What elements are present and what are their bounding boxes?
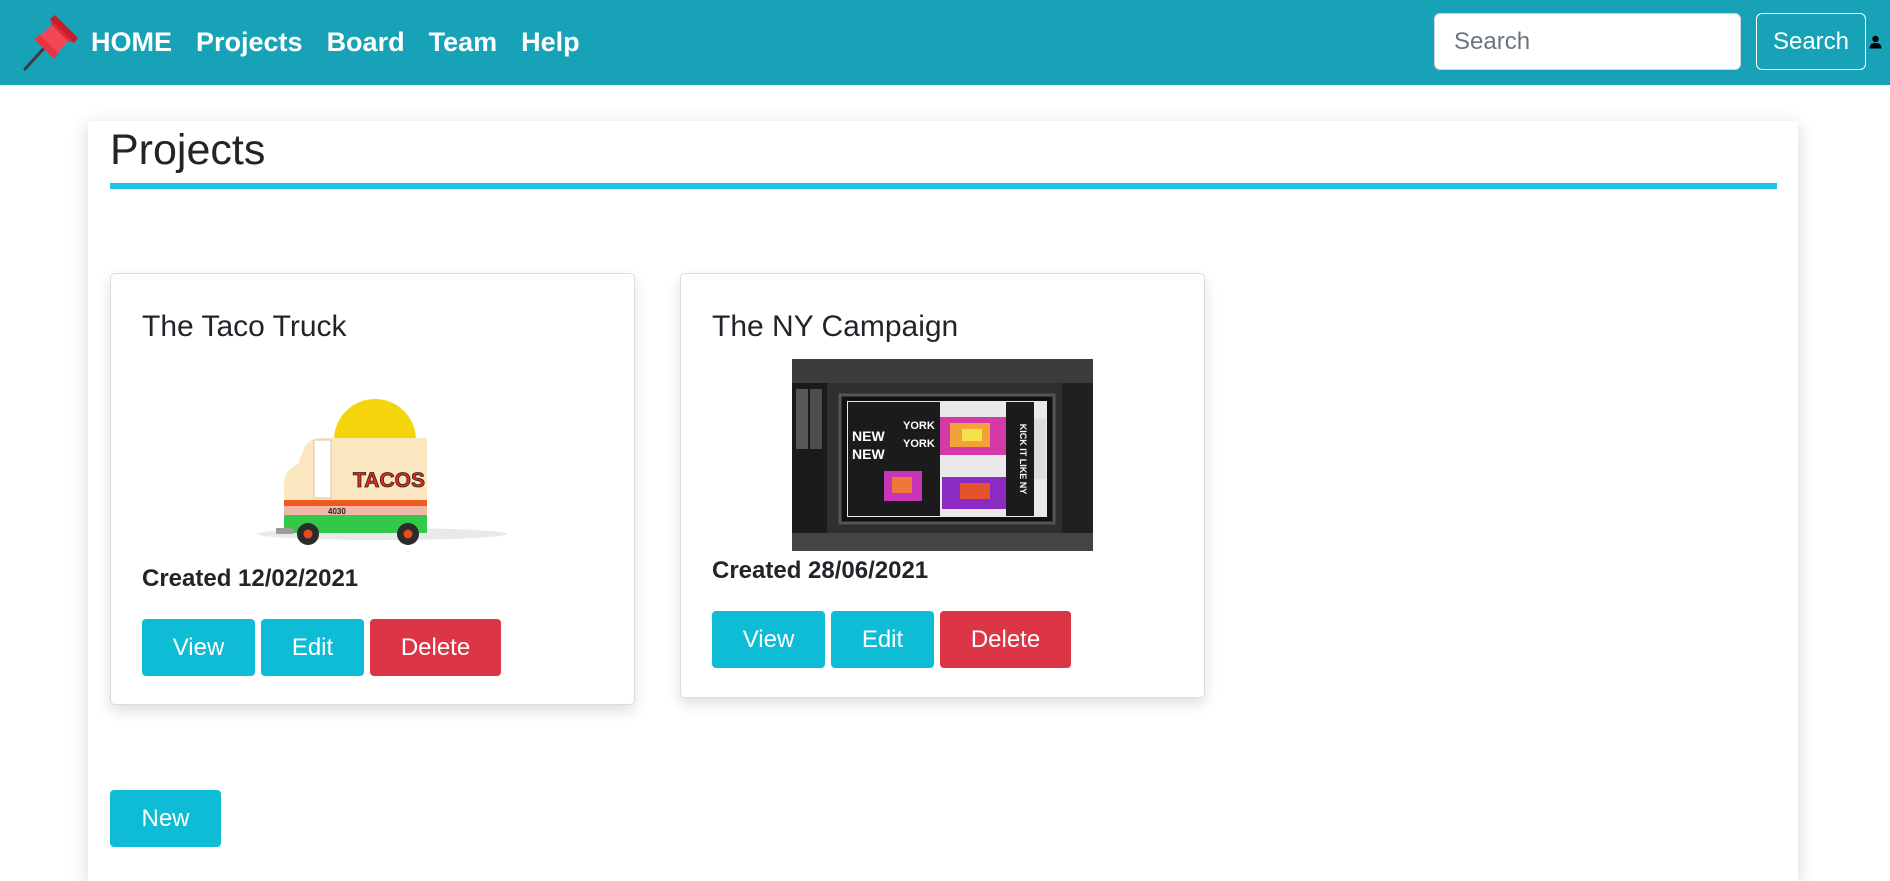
user-icon[interactable] — [1869, 35, 1882, 49]
delete-project-button[interactable]: Delete — [370, 619, 501, 676]
project-card-ny-campaign: The NY Campaign NEW NEW YORK YORK KICK I… — [680, 273, 1205, 698]
view-project-button[interactable]: View — [712, 611, 825, 668]
project-created-date: Created 28/06/2021 — [712, 557, 929, 584]
taco-sign-text: TACOS — [353, 469, 425, 492]
title-divider — [110, 183, 1777, 189]
nav-home-link[interactable]: HOME — [91, 27, 172, 58]
project-image-ny-campaign: NEW NEW YORK YORK KICK IT LIKE NY — [792, 359, 1093, 551]
project-card-taco-truck: The Taco Truck TACOS 4030 Created 12/02/… — [110, 273, 635, 705]
project-image-taco-truck: TACOS 4030 — [232, 374, 516, 552]
top-navbar: HOME Projects Board Team Help Search — [0, 0, 1890, 85]
edit-project-button[interactable]: Edit — [261, 619, 364, 676]
nav-links: HOME Projects Board Team Help — [91, 0, 604, 85]
project-title: The Taco Truck — [142, 310, 347, 343]
delete-project-button[interactable]: Delete — [940, 611, 1071, 668]
pushpin-logo-icon[interactable] — [20, 13, 80, 71]
page-title: Projects — [110, 126, 266, 174]
project-created-date: Created 12/02/2021 — [142, 565, 359, 592]
poster-text-new-1: NEW — [852, 428, 885, 444]
view-project-button[interactable]: View — [142, 619, 255, 676]
search-button[interactable]: Search — [1756, 13, 1866, 70]
nav-team-link[interactable]: Team — [429, 27, 498, 58]
search-input[interactable] — [1434, 13, 1741, 70]
poster-text-new-2: NEW — [852, 446, 885, 462]
poster-text-york-1: YORK — [903, 420, 935, 432]
poster-text-york-2: YORK — [903, 438, 935, 450]
nav-help-link[interactable]: Help — [521, 27, 580, 58]
nav-board-link[interactable]: Board — [327, 27, 405, 58]
project-title: The NY Campaign — [712, 310, 959, 343]
new-project-button[interactable]: New — [110, 790, 221, 847]
taco-plate-text: 4030 — [328, 507, 346, 516]
poster-text-kick: KICK IT LIKE NY — [1018, 424, 1028, 495]
edit-project-button[interactable]: Edit — [831, 611, 934, 668]
projects-container: Projects The Taco Truck TACOS 4030 Creat… — [88, 121, 1798, 881]
nav-projects-link[interactable]: Projects — [196, 27, 303, 58]
